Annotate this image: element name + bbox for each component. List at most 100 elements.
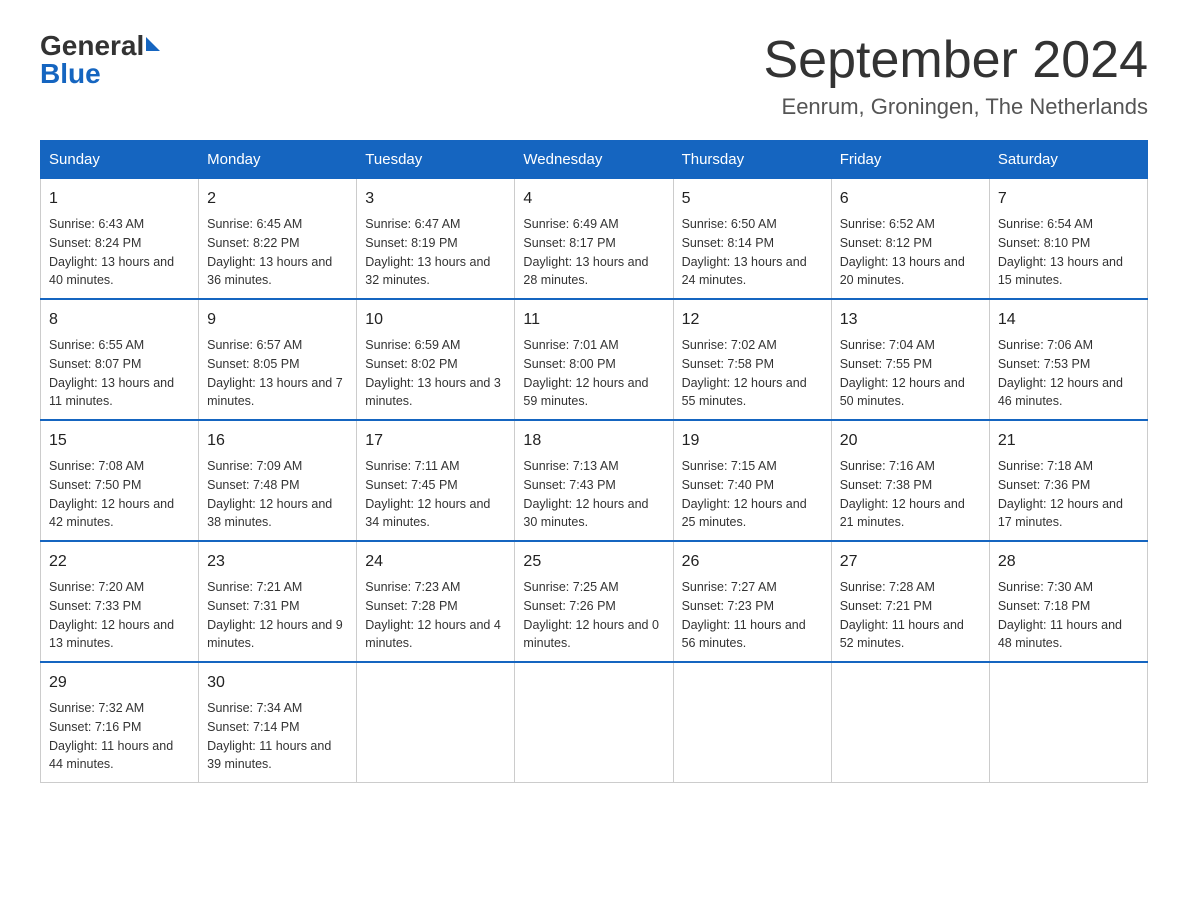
day-info: Sunrise: 7:21 AMSunset: 7:31 PMDaylight:…: [207, 580, 343, 650]
calendar-cell: 13Sunrise: 7:04 AMSunset: 7:55 PMDayligh…: [831, 299, 989, 420]
day-number: 29: [49, 671, 190, 695]
day-number: 14: [998, 308, 1139, 332]
logo-arrow-icon: [146, 37, 160, 51]
day-info: Sunrise: 7:06 AMSunset: 7:53 PMDaylight:…: [998, 338, 1123, 408]
day-info: Sunrise: 7:09 AMSunset: 7:48 PMDaylight:…: [207, 459, 332, 529]
day-info: Sunrise: 7:28 AMSunset: 7:21 PMDaylight:…: [840, 580, 964, 650]
weekday-header-friday: Friday: [831, 141, 989, 179]
weekday-header-row: SundayMondayTuesdayWednesdayThursdayFrid…: [41, 141, 1148, 179]
logo: General Blue: [40, 30, 160, 90]
day-number: 2: [207, 187, 348, 211]
day-info: Sunrise: 7:32 AMSunset: 7:16 PMDaylight:…: [49, 701, 173, 771]
day-number: 7: [998, 187, 1139, 211]
logo-blue-text: Blue: [40, 58, 101, 90]
calendar-cell: 29 Sunrise: 7:32 AMSunset: 7:16 PMDayligh…: [41, 662, 199, 783]
day-info: Sunrise: 7:27 AMSunset: 7:23 PMDaylight:…: [682, 580, 806, 650]
day-number: 13: [840, 308, 981, 332]
day-number: 12: [682, 308, 823, 332]
day-info: Sunrise: 7:13 AMSunset: 7:43 PMDaylight:…: [523, 459, 648, 529]
weekday-header-monday: Monday: [199, 141, 357, 179]
calendar-cell: 25 Sunrise: 7:25 AMSunset: 7:26 PMDayligh…: [515, 541, 673, 662]
day-info: Sunrise: 7:11 AMSunset: 7:45 PMDaylight:…: [365, 459, 490, 529]
day-number: 26: [682, 550, 823, 574]
day-info: Sunrise: 7:01 AMSunset: 8:00 PMDaylight:…: [523, 338, 648, 408]
calendar-cell: 22Sunrise: 7:20 AMSunset: 7:33 PMDayligh…: [41, 541, 199, 662]
day-number: 1: [49, 187, 190, 211]
weekday-header-sunday: Sunday: [41, 141, 199, 179]
calendar-cell: [357, 662, 515, 783]
calendar-week-row: 15 Sunrise: 7:08 AMSunset: 7:50 PMDayligh…: [41, 420, 1148, 541]
day-info: Sunrise: 7:25 AMSunset: 7:26 PMDaylight:…: [523, 580, 659, 650]
calendar-cell: 1Sunrise: 6:43 AMSunset: 8:24 PMDaylight…: [41, 179, 199, 300]
day-info: Sunrise: 6:50 AMSunset: 8:14 PMDaylight:…: [682, 217, 807, 287]
day-info: Sunrise: 6:49 AMSunset: 8:17 PMDaylight:…: [523, 217, 648, 287]
calendar-cell: 5 Sunrise: 6:50 AMSunset: 8:14 PMDaylight…: [673, 179, 831, 300]
day-number: 25: [523, 550, 664, 574]
calendar-week-row: 29 Sunrise: 7:32 AMSunset: 7:16 PMDayligh…: [41, 662, 1148, 783]
calendar-table: SundayMondayTuesdayWednesdayThursdayFrid…: [40, 140, 1148, 783]
calendar-cell: 17 Sunrise: 7:11 AMSunset: 7:45 PMDayligh…: [357, 420, 515, 541]
day-number: 27: [840, 550, 981, 574]
day-number: 20: [840, 429, 981, 453]
day-info: Sunrise: 7:15 AMSunset: 7:40 PMDaylight:…: [682, 459, 807, 529]
calendar-cell: 6 Sunrise: 6:52 AMSunset: 8:12 PMDaylight…: [831, 179, 989, 300]
weekday-header-wednesday: Wednesday: [515, 141, 673, 179]
day-info: Sunrise: 6:45 AMSunset: 8:22 PMDaylight:…: [207, 217, 332, 287]
calendar-cell: [515, 662, 673, 783]
calendar-cell: [831, 662, 989, 783]
day-number: 28: [998, 550, 1139, 574]
calendar-body: 1Sunrise: 6:43 AMSunset: 8:24 PMDaylight…: [41, 179, 1148, 783]
day-number: 11: [523, 308, 664, 332]
day-number: 18: [523, 429, 664, 453]
day-info: Sunrise: 6:47 AMSunset: 8:19 PMDaylight:…: [365, 217, 490, 287]
day-info: Sunrise: 6:54 AMSunset: 8:10 PMDaylight:…: [998, 217, 1123, 287]
day-number: 4: [523, 187, 664, 211]
day-number: 8: [49, 308, 190, 332]
calendar-header: SundayMondayTuesdayWednesdayThursdayFrid…: [41, 141, 1148, 179]
day-info: Sunrise: 7:08 AMSunset: 7:50 PMDaylight:…: [49, 459, 174, 529]
calendar-cell: 15 Sunrise: 7:08 AMSunset: 7:50 PMDayligh…: [41, 420, 199, 541]
calendar-cell: 2 Sunrise: 6:45 AMSunset: 8:22 PMDaylight…: [199, 179, 357, 300]
day-info: Sunrise: 7:18 AMSunset: 7:36 PMDaylight:…: [998, 459, 1123, 529]
day-number: 17: [365, 429, 506, 453]
day-number: 19: [682, 429, 823, 453]
day-number: 3: [365, 187, 506, 211]
day-info: Sunrise: 7:20 AMSunset: 7:33 PMDaylight:…: [49, 580, 174, 650]
calendar-cell: 8 Sunrise: 6:55 AMSunset: 8:07 PMDaylight…: [41, 299, 199, 420]
calendar-cell: 28 Sunrise: 7:30 AMSunset: 7:18 PMDayligh…: [989, 541, 1147, 662]
calendar-week-row: 8 Sunrise: 6:55 AMSunset: 8:07 PMDaylight…: [41, 299, 1148, 420]
title-area: September 2024 Eenrum, Groningen, The Ne…: [764, 30, 1149, 120]
day-info: Sunrise: 7:30 AMSunset: 7:18 PMDaylight:…: [998, 580, 1122, 650]
page-header: General Blue September 2024 Eenrum, Gron…: [40, 30, 1148, 120]
day-info: Sunrise: 6:55 AMSunset: 8:07 PMDaylight:…: [49, 338, 174, 408]
calendar-cell: 12 Sunrise: 7:02 AMSunset: 7:58 PMDayligh…: [673, 299, 831, 420]
day-number: 6: [840, 187, 981, 211]
day-number: 24: [365, 550, 506, 574]
calendar-cell: 11 Sunrise: 7:01 AMSunset: 8:00 PMDayligh…: [515, 299, 673, 420]
calendar-cell: 20 Sunrise: 7:16 AMSunset: 7:38 PMDayligh…: [831, 420, 989, 541]
calendar-week-row: 1Sunrise: 6:43 AMSunset: 8:24 PMDaylight…: [41, 179, 1148, 300]
calendar-cell: [673, 662, 831, 783]
calendar-cell: 9Sunrise: 6:57 AMSunset: 8:05 PMDaylight…: [199, 299, 357, 420]
day-info: Sunrise: 7:23 AMSunset: 7:28 PMDaylight:…: [365, 580, 501, 650]
day-info: Sunrise: 7:16 AMSunset: 7:38 PMDaylight:…: [840, 459, 965, 529]
calendar-week-row: 22Sunrise: 7:20 AMSunset: 7:33 PMDayligh…: [41, 541, 1148, 662]
month-title: September 2024: [764, 30, 1149, 90]
calendar-cell: 27 Sunrise: 7:28 AMSunset: 7:21 PMDayligh…: [831, 541, 989, 662]
day-info: Sunrise: 6:52 AMSunset: 8:12 PMDaylight:…: [840, 217, 965, 287]
day-number: 16: [207, 429, 348, 453]
day-info: Sunrise: 6:57 AMSunset: 8:05 PMDaylight:…: [207, 338, 343, 408]
day-number: 23: [207, 550, 348, 574]
calendar-cell: 14 Sunrise: 7:06 AMSunset: 7:53 PMDayligh…: [989, 299, 1147, 420]
calendar-cell: 19 Sunrise: 7:15 AMSunset: 7:40 PMDayligh…: [673, 420, 831, 541]
day-number: 21: [998, 429, 1139, 453]
calendar-cell: 4 Sunrise: 6:49 AMSunset: 8:17 PMDaylight…: [515, 179, 673, 300]
calendar-cell: [989, 662, 1147, 783]
location-subtitle: Eenrum, Groningen, The Netherlands: [764, 94, 1149, 120]
day-number: 5: [682, 187, 823, 211]
day-info: Sunrise: 7:34 AMSunset: 7:14 PMDaylight:…: [207, 701, 331, 771]
calendar-cell: 21 Sunrise: 7:18 AMSunset: 7:36 PMDayligh…: [989, 420, 1147, 541]
day-info: Sunrise: 7:02 AMSunset: 7:58 PMDaylight:…: [682, 338, 807, 408]
day-number: 30: [207, 671, 348, 695]
day-number: 15: [49, 429, 190, 453]
